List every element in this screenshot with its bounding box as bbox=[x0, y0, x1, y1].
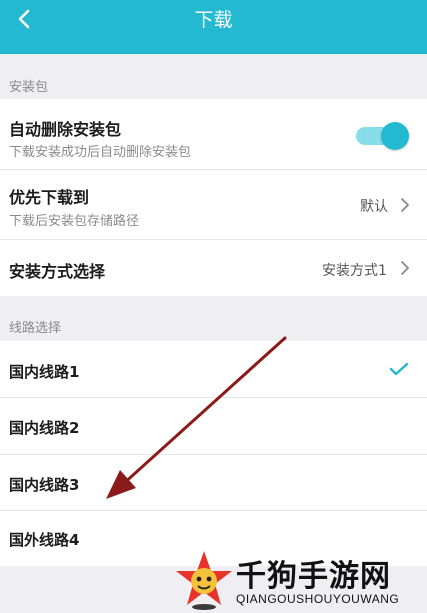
route-label: 国内线路2 bbox=[9, 419, 80, 437]
watermark-logo-icon bbox=[176, 551, 232, 610]
chevron-right-icon bbox=[401, 198, 409, 212]
download-to-value: 默认 bbox=[360, 199, 388, 215]
install-method-value: 安装方式1 bbox=[322, 263, 387, 279]
route-item-2[interactable]: 国内线路2 bbox=[0, 398, 427, 454]
auto-delete-title: 自动删除安装包 bbox=[9, 120, 122, 139]
install-method-title: 安装方式选择 bbox=[9, 262, 106, 281]
toggle-knob bbox=[381, 122, 409, 150]
setting-download-to[interactable]: 优先下载到 下载后安装包存储路径 默认 bbox=[0, 170, 427, 239]
route-item-3[interactable]: 国内线路3 bbox=[0, 455, 427, 511]
route-label: 国外线路4 bbox=[9, 531, 80, 549]
watermark: 千狗手游网 QIANGOUSHOUYOUWANG bbox=[174, 547, 427, 613]
chevron-right-icon bbox=[401, 261, 409, 275]
route-label: 国内线路1 bbox=[9, 363, 80, 381]
download-to-subtitle: 下载后安装包存储路径 bbox=[9, 214, 140, 229]
section-label-route: 线路选择 bbox=[9, 321, 62, 336]
auto-delete-toggle[interactable] bbox=[352, 121, 410, 151]
section-label-install: 安装包 bbox=[9, 80, 49, 95]
route-item-1[interactable]: 国内线路1 bbox=[0, 341, 427, 397]
route-list: 国内线路1 国内线路2 国内线路3 国外线路4 bbox=[0, 341, 427, 566]
download-to-title: 优先下载到 bbox=[9, 188, 90, 207]
route-label: 国内线路3 bbox=[9, 476, 80, 494]
app-header: 下载 bbox=[0, 0, 427, 54]
watermark-pinyin: QIANGOUSHOUYOUWANG bbox=[236, 592, 400, 606]
setting-install-method[interactable]: 安装方式选择 安装方式1 bbox=[0, 240, 427, 296]
watermark-brand: 千狗手游网 bbox=[236, 559, 391, 594]
check-icon bbox=[389, 362, 409, 376]
auto-delete-subtitle: 下载安装成功后自动删除安装包 bbox=[9, 145, 192, 160]
page-title: 下载 bbox=[194, 9, 233, 31]
